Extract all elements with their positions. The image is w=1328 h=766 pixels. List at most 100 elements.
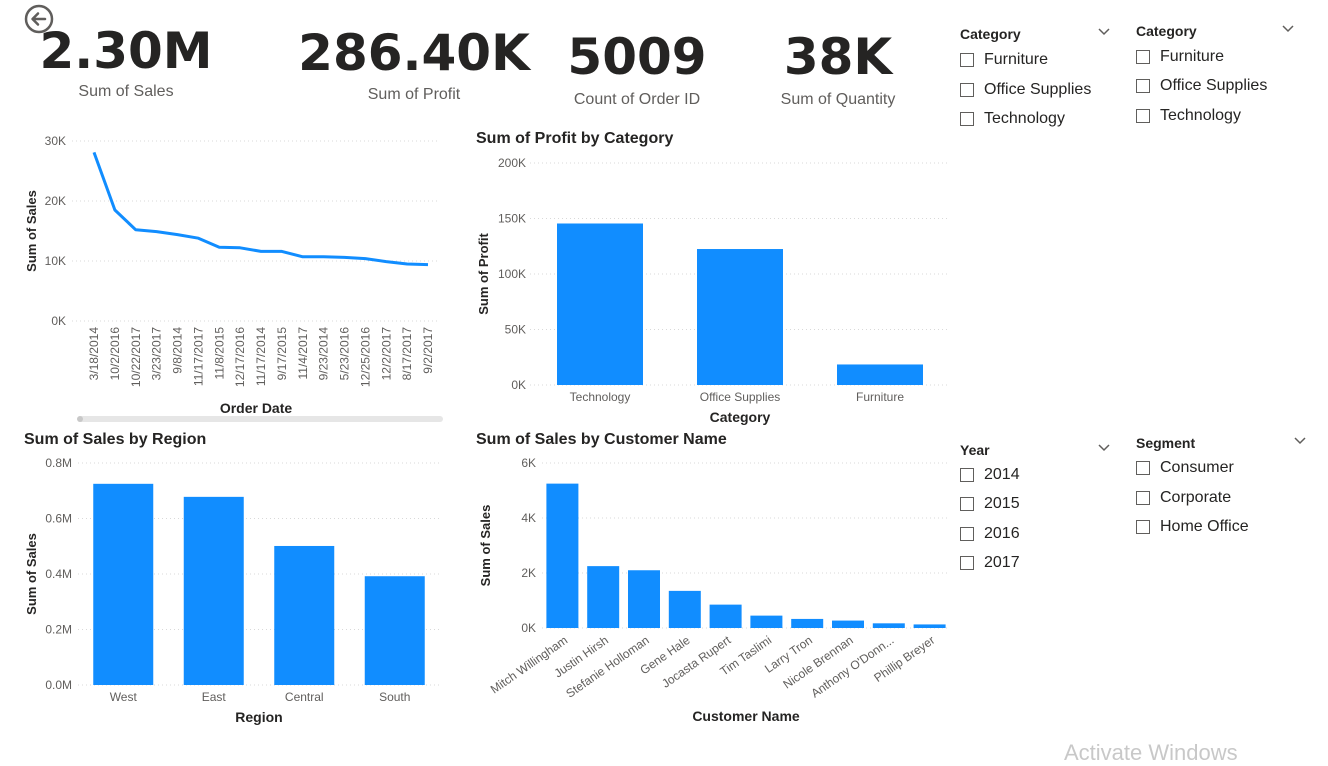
y-tick-label: 0K: [511, 378, 526, 392]
chevron-down-icon[interactable]: [1293, 433, 1307, 447]
slicer-title: Segment: [1136, 435, 1196, 451]
checkbox[interactable]: [1136, 109, 1150, 123]
slicer-option-furniture[interactable]: Furniture: [960, 50, 1048, 70]
x-tick-label: 8/17/2017: [400, 327, 414, 381]
y-tick-label: 6K: [521, 456, 536, 470]
bar: [93, 483, 154, 685]
checkbox[interactable]: [960, 112, 974, 126]
slicer-option-furniture[interactable]: Furniture: [1136, 47, 1224, 67]
y-axis-title: Sum of Profit: [476, 233, 491, 315]
checkbox[interactable]: [1136, 79, 1150, 93]
x-category-label: Office Supplies: [700, 390, 781, 404]
y-tick-label: 2K: [521, 566, 536, 580]
y-axis-title: Sum of Sales: [24, 533, 39, 615]
option-label: Office Supplies: [984, 81, 1092, 98]
bar: [274, 545, 335, 685]
x-tick-label: 11/17/2014: [254, 327, 268, 386]
x-axis-title: Customer Name: [692, 708, 800, 724]
slicer-option-2014[interactable]: 2014: [960, 465, 1020, 485]
bar: [628, 570, 660, 628]
chevron-down-icon[interactable]: [1097, 24, 1111, 38]
checkbox[interactable]: [960, 53, 974, 67]
checkbox[interactable]: [960, 527, 974, 541]
bar: [791, 618, 824, 628]
x-axis-title: Order Date: [220, 400, 293, 416]
kpi-orders-value: 5009: [567, 28, 707, 86]
x-tick-label: 11/8/2015: [212, 327, 226, 380]
sales-series-line: [92, 151, 429, 267]
bar: [709, 604, 742, 628]
y-tick-label: 0.0M: [45, 678, 72, 692]
y-tick-label: 150K: [498, 212, 526, 226]
slicer-option-2016[interactable]: 2016: [960, 524, 1020, 544]
option-label: Furniture: [1160, 48, 1225, 65]
category-slicer-1: Category Furniture Office Supplies Techn…: [960, 26, 1112, 136]
x-tick-label: 9/17/2015: [275, 327, 289, 381]
slicer-option-home-office[interactable]: Home Office: [1136, 517, 1249, 537]
option-label: Office Supplies: [1160, 77, 1268, 94]
x-tick-label: 12/2/2017: [379, 327, 393, 381]
region-chart-title: Sum of Sales by Region: [24, 431, 207, 448]
checkbox[interactable]: [1136, 491, 1150, 505]
bar: [837, 364, 923, 385]
option-label: 2015: [984, 495, 1020, 512]
chevron-down-icon[interactable]: [1097, 440, 1111, 454]
y-tick-label: 10K: [45, 254, 66, 268]
chevron-down-icon[interactable]: [1281, 21, 1295, 35]
x-tick-label: 3/23/2017: [150, 327, 164, 381]
slicer-option-2017[interactable]: 2017: [960, 553, 1020, 573]
customer-chart-title: Sum of Sales by Customer Name: [476, 431, 727, 448]
y-tick-label: 50K: [505, 323, 526, 337]
profit-by-category-bar-chart[interactable]: 0K 50K 100K 150K 200K Sum of Profit Category Te…: [470, 148, 950, 430]
kpi-profit-label: Sum of Profit: [367, 86, 461, 103]
activate-windows-watermark: Activate Windows: [1064, 740, 1238, 765]
slicer-option-consumer[interactable]: Consumer: [1136, 458, 1234, 478]
x-axis-title: Category: [710, 409, 771, 425]
sales-by-region-bar-chart[interactable]: 0.0M 0.2M 0.4M 0.6M 0.8M Sum of Sales Region We…: [0, 450, 460, 730]
kpi-sales-label: Sum of Sales: [78, 83, 174, 100]
x-category-label: West: [110, 690, 138, 704]
slicer-option-2015[interactable]: 2015: [960, 494, 1020, 514]
checkbox[interactable]: [1136, 520, 1150, 534]
y-tick-label: 0.6M: [45, 512, 72, 526]
checkbox[interactable]: [1136, 50, 1150, 64]
option-label: Home Office: [1160, 518, 1249, 535]
x-tick-label: 9/8/2014: [171, 327, 185, 374]
category-slicer-2: Category Furniture Office Supplies Techn…: [1136, 23, 1298, 133]
checkbox[interactable]: [960, 556, 974, 570]
bar: [557, 223, 643, 385]
kpi-orders-label: Count of Order ID: [573, 91, 701, 108]
slicer-option-technology[interactable]: Technology: [960, 109, 1065, 129]
slicer-option-office-supplies[interactable]: Office Supplies: [960, 80, 1091, 100]
option-label: 2016: [984, 525, 1020, 542]
checkbox[interactable]: [960, 83, 974, 97]
x-category-label: Furniture: [856, 390, 904, 404]
x-tick-label: 3/18/2014: [87, 327, 101, 381]
slicer-option-office-supplies[interactable]: Office Supplies: [1136, 76, 1267, 96]
bar: [587, 566, 620, 628]
slicer-option-technology[interactable]: Technology: [1136, 106, 1241, 126]
sales-by-date-line-chart[interactable]: 0K 10K 20K 30K Sum of Sales Order Date 3/18/20…: [0, 120, 460, 430]
y-tick-label: 0.2M: [45, 623, 72, 637]
y-axis-title: Sum of Sales: [478, 505, 493, 587]
x-tick-label: 5/23/2016: [338, 327, 352, 381]
checkbox[interactable]: [1136, 461, 1150, 475]
y-tick-label: 20K: [45, 194, 66, 208]
sales-by-customer-bar-chart[interactable]: 0K2K4K6KSum of SalesCustomer NameMitch W…: [470, 450, 955, 730]
y-tick-label: 0.4M: [45, 567, 72, 581]
y-tick-label: 4K: [521, 511, 536, 525]
slicer-title: Year: [960, 442, 990, 458]
y-tick-label: 0K: [521, 621, 536, 635]
segment-slicer: Segment Consumer Corporate Home Office: [1136, 435, 1308, 545]
checkbox[interactable]: [960, 497, 974, 511]
x-tick-label: 12/25/2016: [358, 327, 372, 387]
option-label: Corporate: [1160, 489, 1232, 506]
x-tick-label: 9/23/2014: [317, 327, 331, 381]
slicer-title: Category: [1136, 23, 1197, 39]
option-label: Technology: [1160, 107, 1241, 124]
bar: [832, 620, 864, 628]
slicer-option-corporate[interactable]: Corporate: [1136, 488, 1231, 508]
checkbox[interactable]: [960, 468, 974, 482]
y-tick-label: 0K: [51, 314, 66, 328]
kpi-quantity-label: Sum of Quantity: [780, 91, 896, 108]
